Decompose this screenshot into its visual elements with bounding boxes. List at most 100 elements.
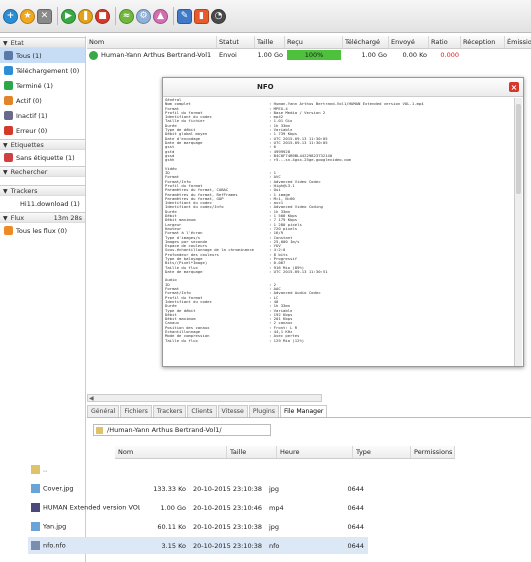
file-column-header[interactable]: Permissions: [411, 446, 455, 458]
progress-label: 100%: [304, 51, 324, 59]
nfo-scroll-thumb[interactable]: [516, 104, 521, 194]
column-header[interactable]: Reçu: [285, 36, 343, 48]
tab-file-manager[interactable]: File Manager: [280, 405, 328, 417]
sidebar-header-rechercher[interactable]: ▼ Rechercher: [0, 166, 85, 177]
torrent-sent: 0.00 Ko: [402, 51, 427, 59]
sidebar-header-trackers[interactable]: ▼ Trackers: [0, 185, 85, 196]
sidebar-item[interactable]: Actif (0): [0, 93, 85, 108]
torrent-size: 1.00 Go: [257, 51, 283, 59]
toolbar-separator: [57, 7, 58, 25]
folder-icon: [96, 426, 103, 434]
file-perm: 0644: [324, 542, 368, 550]
file-row[interactable]: Cover.jpg 133.33 Ko 20-10-2015 23:10:38 jpg…: [28, 480, 368, 497]
favorite-star-icon[interactable]: ★: [20, 8, 35, 24]
queue-up-icon[interactable]: ▲: [153, 8, 168, 24]
sidebar-item[interactable]: Téléchargement (0): [0, 63, 85, 78]
column-header[interactable]: Émission: [505, 36, 531, 48]
column-header[interactable]: Nom: [87, 36, 217, 48]
torrent-name: Human-Yann Arthus Bertrand-Vol1: [101, 51, 212, 59]
file-type: nfo: [266, 542, 324, 550]
sidebar-item[interactable]: Tous (1): [0, 48, 85, 63]
column-header[interactable]: Ratio: [429, 36, 461, 48]
tracker-list: Hi11.download (1): [0, 196, 85, 211]
rss-icon[interactable]: ≈: [119, 8, 134, 24]
tab-vitesse[interactable]: Vitesse: [217, 405, 248, 417]
tab-fichiers[interactable]: Fichiers: [120, 405, 152, 417]
nfo-scrollbar[interactable]: [514, 98, 522, 366]
file-time-text: 20-10-2015 23:10:38: [193, 522, 263, 531]
filter-icon: [4, 126, 13, 135]
tab-trackers[interactable]: Trackers: [152, 405, 187, 417]
file-table-header: Nom Taille Heure Type Permissions: [115, 446, 455, 459]
file-size: 60.11 Ko: [140, 523, 190, 531]
file-row[interactable]: Yan.jpg 60.11 Ko 20-10-2015 23:10:38 jpg 064…: [28, 518, 368, 535]
file-time: 20-10-2015 23:10:38: [190, 485, 266, 493]
file-icon: [31, 522, 40, 531]
file-column-header[interactable]: Type: [353, 446, 411, 458]
column-header[interactable]: Statut: [217, 36, 255, 48]
filter-icon: [4, 153, 13, 162]
file-time: 20-10-2015 23:10:38: [190, 523, 266, 531]
torrent-ratio: 0.000: [440, 51, 459, 59]
info-icon[interactable]: ▮: [194, 8, 209, 24]
tools-icon[interactable]: ✎: [177, 8, 192, 24]
file-name: Cover.jpg: [28, 484, 140, 493]
file-size: 3.15 Ko: [140, 542, 190, 550]
start-icon[interactable]: ▶: [61, 8, 76, 24]
sidebar-item[interactable]: Erreur (0): [0, 123, 85, 138]
tab-plugins[interactable]: Plugins: [248, 405, 280, 417]
tab-général[interactable]: Général: [87, 405, 120, 417]
about-icon[interactable]: ◔: [211, 8, 226, 24]
filter-icon: [4, 111, 13, 120]
column-header[interactable]: Réception: [461, 36, 505, 48]
torrent-table-header: Nom Statut Taille Reçu Téléchargé Envoyé Ratio…: [87, 36, 531, 49]
sidebar-header-etiquettes[interactable]: ▼ Etiquettes: [0, 139, 85, 150]
torrent-downloaded: 1.00 Go: [361, 51, 387, 59]
filter-icon: [4, 81, 13, 90]
toolbar: + ★ ✕ ▶ ❚ ■ ≈ ⚙ ▲ ✎ ▮ ◔: [0, 0, 531, 33]
file-column-header[interactable]: Heure: [277, 446, 353, 458]
file-row[interactable]: nfo.nfo 3.15 Ko 20-10-2015 23:10:38 nfo 0644: [28, 537, 368, 554]
file-time: 20-10-2015 23:10:38: [190, 542, 266, 550]
file-path-bar[interactable]: /Human-Yann Arthus Bertrand-Vol1/: [93, 424, 271, 436]
file-column-header[interactable]: Taille: [227, 446, 277, 458]
file-time-text: 20-10-2015 23:10:38: [193, 541, 263, 550]
file-row[interactable]: HUMAN Extended version VOL.1.mp4 1.00 Go 2…: [28, 499, 368, 516]
pause-icon[interactable]: ❚: [78, 8, 93, 24]
toolbar-separator: [115, 7, 116, 25]
sidebar-header-etat[interactable]: ▼ Etat: [0, 37, 85, 48]
remove-x-icon[interactable]: ✕: [37, 8, 52, 24]
sidebar-item[interactable]: Inactif (1): [0, 108, 85, 123]
torrent-row[interactable]: Human-Yann Arthus Bertrand-Vol1 Envoi 1.…: [87, 49, 531, 61]
sidebar-item[interactable]: Tous les flux (0): [0, 223, 85, 238]
file-row[interactable]: ..: [28, 461, 368, 478]
horizontal-scrollbar[interactable]: ◀: [87, 394, 322, 402]
scroll-left-icon[interactable]: ◀: [89, 395, 94, 402]
tab-clients[interactable]: Clients: [187, 405, 217, 417]
close-icon[interactable]: ×: [509, 82, 519, 92]
file-name: ..: [28, 465, 140, 474]
sidebar-item[interactable]: Terminé (1): [0, 78, 85, 93]
add-torrent-icon[interactable]: +: [3, 8, 18, 24]
filter-icon: [4, 66, 13, 75]
file-size-text: 1.00 Go: [160, 503, 186, 512]
sidebar-item[interactable]: Sans étiquette (1): [0, 150, 85, 165]
sidebar-item[interactable]: Hi11.download (1): [0, 196, 85, 211]
file-type-text: nfo: [269, 541, 280, 550]
column-header[interactable]: Téléchargé: [343, 36, 389, 48]
sidebar-header-flux[interactable]: ▼ Flux 13m 28s: [0, 212, 85, 223]
file-perm-text: 0644: [347, 541, 364, 550]
sidebar-item-label: Terminé (1): [16, 81, 53, 90]
column-header[interactable]: Envoyé: [389, 36, 429, 48]
sidebar-item-label: Sans étiquette (1): [16, 153, 75, 162]
flux-time: 13m 28s: [53, 213, 82, 222]
file-size-text: 133.33 Ko: [153, 484, 186, 493]
settings-icon[interactable]: ⚙: [136, 8, 151, 24]
file-time-text: 20-10-2015 23:10:46: [193, 503, 263, 512]
stop-icon[interactable]: ■: [95, 8, 110, 24]
sidebar-item-label: Tous les flux (0): [16, 226, 68, 235]
column-header[interactable]: Taille: [255, 36, 285, 48]
file-column-header[interactable]: Nom: [115, 446, 227, 458]
nfo-title: NFO: [257, 83, 274, 91]
nfo-titlebar[interactable]: NFO ×: [163, 78, 523, 97]
